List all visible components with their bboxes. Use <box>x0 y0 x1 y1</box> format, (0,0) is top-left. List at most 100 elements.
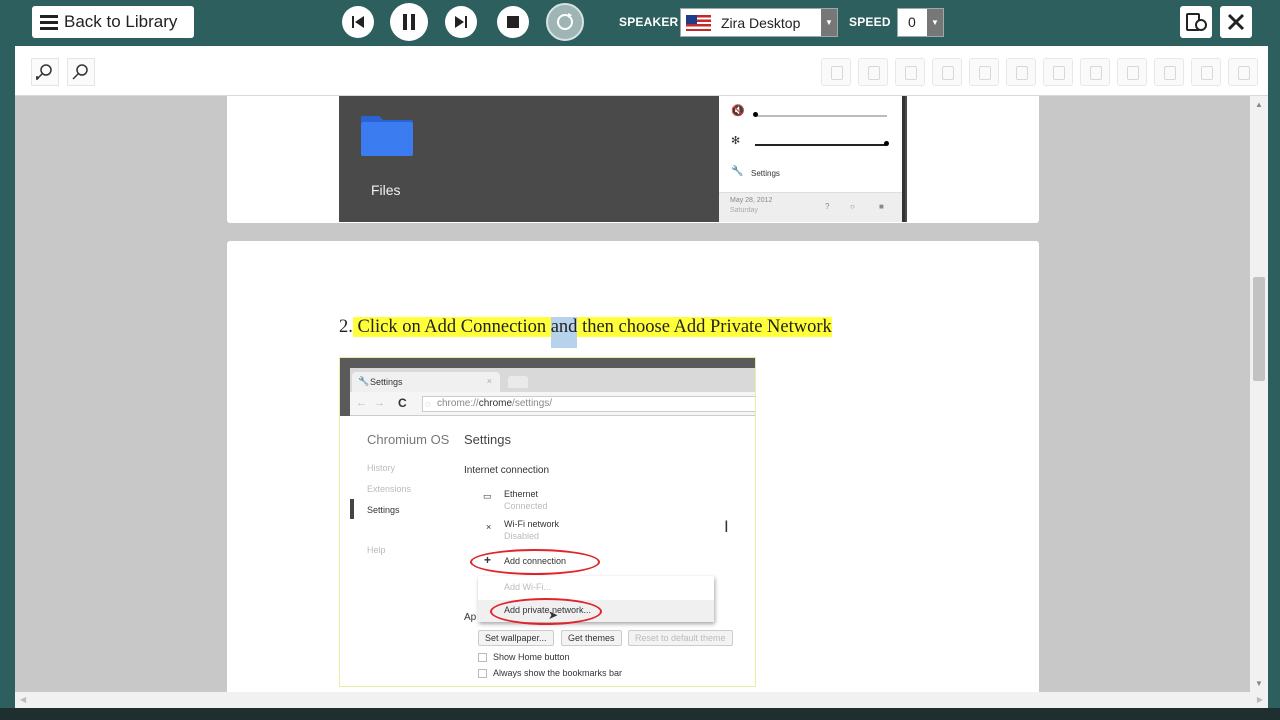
reload-icon: C <box>398 396 407 410</box>
brightness-slider <box>755 144 887 146</box>
scrollbar-thumb[interactable] <box>1253 277 1265 381</box>
nav-help: Help <box>367 545 386 555</box>
nav-active-marker <box>350 499 354 519</box>
pause-button[interactable] <box>390 3 428 41</box>
nav-extensions: Extensions <box>367 484 412 494</box>
wrench-icon: 🔧 <box>731 166 744 177</box>
get-themes-button: Get themes <box>561 630 622 646</box>
add-wifi-item: Add Wi-Fi... <box>504 582 552 592</box>
us-flag-icon <box>686 14 711 31</box>
selected-word[interactable]: and <box>550 317 578 348</box>
undo-icon[interactable] <box>969 58 999 86</box>
folder-icon <box>361 116 413 156</box>
tab-title: Settings <box>370 377 403 387</box>
tray-day: Saturday <box>730 207 759 214</box>
nav-history: History <box>367 463 396 473</box>
chevron-down-icon: ▼ <box>927 9 943 36</box>
back-arrow-icon: ← <box>356 397 367 409</box>
scroll-left-icon[interactable]: ◀ <box>20 695 26 704</box>
step-text-part2: then choose Add Private Network <box>582 317 832 337</box>
speaker-value: Zira Desktop <box>721 14 801 31</box>
stop-button[interactable] <box>497 6 529 38</box>
reset-theme-button: Reset to default theme <box>628 630 733 646</box>
check-icon[interactable] <box>1191 58 1221 86</box>
delete-icon[interactable] <box>1228 58 1258 86</box>
brightness-icon: ✻ <box>731 135 741 147</box>
page-icon: ◌ <box>425 399 431 409</box>
next-button[interactable] <box>445 6 477 38</box>
forward-arrow-icon: → <box>374 397 385 409</box>
note-icon[interactable] <box>1154 58 1184 86</box>
top-toolbar: Back to Library SPEAKER Zira Desktop ▼ S… <box>0 0 1280 46</box>
navigation-bar: ← → C ◌ chrome://chrome/settings/ <box>350 392 755 416</box>
chrome-settings-screenshot: 🔧 Settings × ← → C ◌ chrome://chrome/sett… <box>339 357 756 687</box>
wifi-off-icon: × <box>486 522 492 532</box>
power-icon: ○ <box>850 202 855 211</box>
checkbox <box>478 669 487 678</box>
zoom-out-icon <box>72 64 88 80</box>
speed-value: 0 <box>908 14 916 30</box>
zoom-out-button[interactable] <box>67 58 95 86</box>
browser-frame: 🔧 Settings × ← → C ◌ chrome://chrome/sett… <box>340 358 755 416</box>
ethernet-label: Ethernet <box>504 489 539 499</box>
tray-date: May 28, 2012 <box>730 197 773 204</box>
url-prefix: chrome:// <box>437 398 479 409</box>
edit-toolbar <box>15 46 1268 96</box>
stop-icon <box>507 16 519 28</box>
chevron-down-icon: ▼ <box>821 9 837 36</box>
paste-icon[interactable] <box>932 58 962 86</box>
checkbox <box>478 653 487 662</box>
settings-heading: Settings <box>464 432 511 447</box>
scroll-up-icon[interactable]: ▲ <box>1255 100 1263 109</box>
step-instruction: 2. Click on Add Connection and then choo… <box>339 317 832 348</box>
wifi-status: Disabled <box>504 531 540 541</box>
screen-capture-button[interactable] <box>1180 6 1212 38</box>
eraser-icon[interactable] <box>1080 58 1110 86</box>
copy-icon[interactable] <box>858 58 888 86</box>
speed-select[interactable]: 0 ▼ <box>897 8 944 37</box>
find-icon[interactable] <box>1006 58 1036 86</box>
speaker-select[interactable]: Zira Desktop ▼ <box>680 8 838 37</box>
scroll-right-icon[interactable]: ▶ <box>1257 695 1263 704</box>
skip-forward-icon <box>455 16 467 28</box>
nav-settings: Settings <box>367 505 400 515</box>
lock-icon: ■ <box>879 202 884 211</box>
tools-button[interactable] <box>1220 6 1252 38</box>
show-home-label: Show Home button <box>493 652 570 662</box>
red-annotation-oval <box>470 549 600 575</box>
speaker-label: SPEAKER <box>619 15 679 29</box>
pause-icon <box>403 14 415 30</box>
internet-connection-heading: Internet connection <box>464 465 550 476</box>
repeat-icon <box>557 13 573 30</box>
skip-back-icon <box>352 16 364 28</box>
save-icon[interactable] <box>821 58 851 86</box>
horizontal-scrollbar[interactable]: ◀ ▶ <box>15 692 1268 708</box>
url-suffix: /settings/ <box>512 398 553 409</box>
tray-footer: May 28, 2012 Saturday ? ○ ■ <box>719 192 902 222</box>
step-number: 2. <box>339 317 353 337</box>
back-to-library-button[interactable]: Back to Library <box>32 6 194 38</box>
system-tray-panel: 🔇 ✻ 🔧 Settings May 28, 2012 Saturday ? ○… <box>719 96 905 222</box>
document-page: 2. Click on Add Connection and then choo… <box>227 241 1039 692</box>
files-label: Files <box>371 182 401 198</box>
document-viewport[interactable]: Files 🔇 ✻ 🔧 Settings May 28, 2012 Saturd… <box>15 96 1250 692</box>
highlight-icon[interactable] <box>1043 58 1073 86</box>
repeat-button[interactable] <box>546 3 584 41</box>
close-icon: × <box>486 376 492 386</box>
ethernet-icon: ▭ <box>483 491 492 501</box>
red-annotation-oval <box>490 598 602 625</box>
speed-label: SPEED <box>849 15 891 29</box>
bookmarks-bar-label: Always show the bookmarks bar <box>493 668 623 678</box>
new-tab-icon <box>508 376 528 388</box>
brand-title: Chromium OS <box>367 432 450 447</box>
scroll-down-icon[interactable]: ▼ <box>1255 679 1263 688</box>
vertical-scrollbar[interactable]: ▲ ▼ <box>1250 96 1268 692</box>
screen-settings-icon <box>1186 13 1207 31</box>
previous-button[interactable] <box>342 6 374 38</box>
set-wallpaper-button: Set wallpaper... <box>478 630 554 646</box>
url-bold: chrome <box>478 398 513 409</box>
text-icon[interactable] <box>1117 58 1147 86</box>
zoom-in-button[interactable] <box>31 58 59 86</box>
wrench-icon: 🔧 <box>358 376 370 386</box>
cut-icon[interactable] <box>895 58 925 86</box>
